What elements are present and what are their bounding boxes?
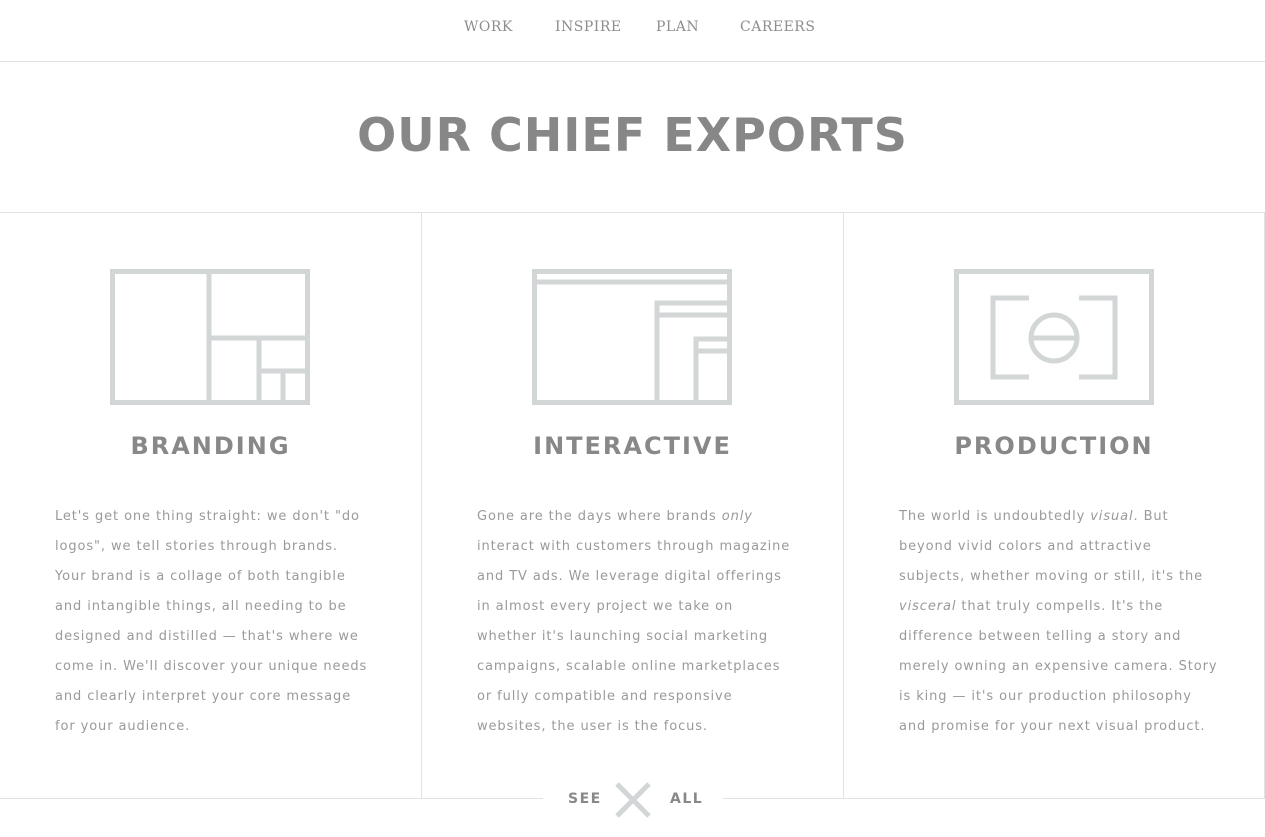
text-line: difference between telling a story and — [899, 629, 1182, 644]
nav-link-plan[interactable]: PLAN — [656, 19, 699, 35]
text-emphasis: only — [721, 509, 753, 524]
text-line: subjects, whether moving or still, it's … — [899, 569, 1204, 584]
text-line: and clearly interpret your core message — [55, 689, 352, 704]
text-line: visceral that truly compells. It's the — [899, 592, 1229, 622]
see-all-right-label: ALL — [670, 791, 704, 807]
text-line: interact with customers through magazine — [477, 539, 791, 554]
service-title-production: PRODUCTION — [954, 432, 1154, 460]
text-line: whether it's launching social marketing — [477, 629, 769, 644]
nested-windows-icon — [532, 269, 732, 405]
service-description-interactive: Gone are the days where brands only inte… — [477, 502, 797, 742]
text-fragment: . But — [1133, 509, 1169, 524]
text-line: Let's get one thing straight: we don't "… — [55, 509, 360, 524]
nav-link-work[interactable]: WORK — [464, 19, 513, 35]
service-description-production: The world is undoubtedly visual. But bey… — [899, 502, 1229, 742]
nav-link-careers[interactable]: CAREERS — [740, 19, 815, 35]
text-line: The world is undoubtedly visual. But — [899, 502, 1229, 532]
text-line: logos", we tell stories through brands. — [55, 539, 338, 554]
text-line: merely owning an expensive camera. Story — [899, 659, 1218, 674]
text-line: beyond vivid colors and attractive — [899, 539, 1152, 554]
service-title-branding: BRANDING — [130, 432, 291, 460]
service-title-interactive: INTERACTIVE — [533, 432, 732, 460]
text-emphasis: visceral — [899, 599, 957, 614]
text-line: come in. We'll discover your unique need… — [55, 659, 368, 674]
service-description-branding: Let's get one thing straight: we don't "… — [55, 502, 375, 742]
text-line: or fully compatible and responsive — [477, 689, 733, 704]
x-cross-icon — [615, 782, 651, 818]
text-line: websites, the user is the focus. — [477, 719, 708, 734]
text-line: Gone are the days where brands only — [477, 502, 797, 532]
section-title: OUR CHIEF EXPORTS — [357, 108, 908, 162]
text-fragment: The world is undoubtedly — [899, 509, 1091, 524]
text-line: and promise for your next visual product… — [899, 719, 1206, 734]
text-line: designed and distilled — that's where we — [55, 629, 359, 644]
text-line: and intangible things, all needing to be — [55, 599, 347, 614]
text-line: is king — it's our production philosophy — [899, 689, 1192, 704]
text-line: and TV ads. We leverage digital offering… — [477, 569, 782, 584]
text-line: Your brand is a collage of both tangible — [55, 569, 346, 584]
service-interactive: INTERACTIVE Gone are the days where bran… — [421, 213, 843, 799]
text-emphasis: visual — [1090, 509, 1134, 524]
see-all-button[interactable]: SEE ALL — [543, 779, 723, 819]
grid-layout-icon — [110, 269, 310, 405]
text-fragment: that truly compells. It's the — [956, 599, 1164, 614]
text-fragment: Gone are the days where brands — [477, 509, 722, 524]
text-line: campaigns, scalable online marketplaces — [477, 659, 781, 674]
service-branding: BRANDING Let's get one thing straight: w… — [0, 213, 421, 799]
services-grid: BRANDING Let's get one thing straight: w… — [0, 212, 1265, 799]
text-line: in almost every project we take on — [477, 599, 734, 614]
camera-frame-icon — [954, 269, 1154, 405]
service-production: PRODUCTION The world is undoubtedly visu… — [843, 213, 1264, 799]
top-nav: WORK INSPIRE PLAN CAREERS — [0, 0, 1265, 62]
nav-link-inspire[interactable]: INSPIRE — [555, 19, 622, 35]
text-line: for your audience. — [55, 719, 191, 734]
see-all-left-label: SEE — [568, 791, 602, 807]
